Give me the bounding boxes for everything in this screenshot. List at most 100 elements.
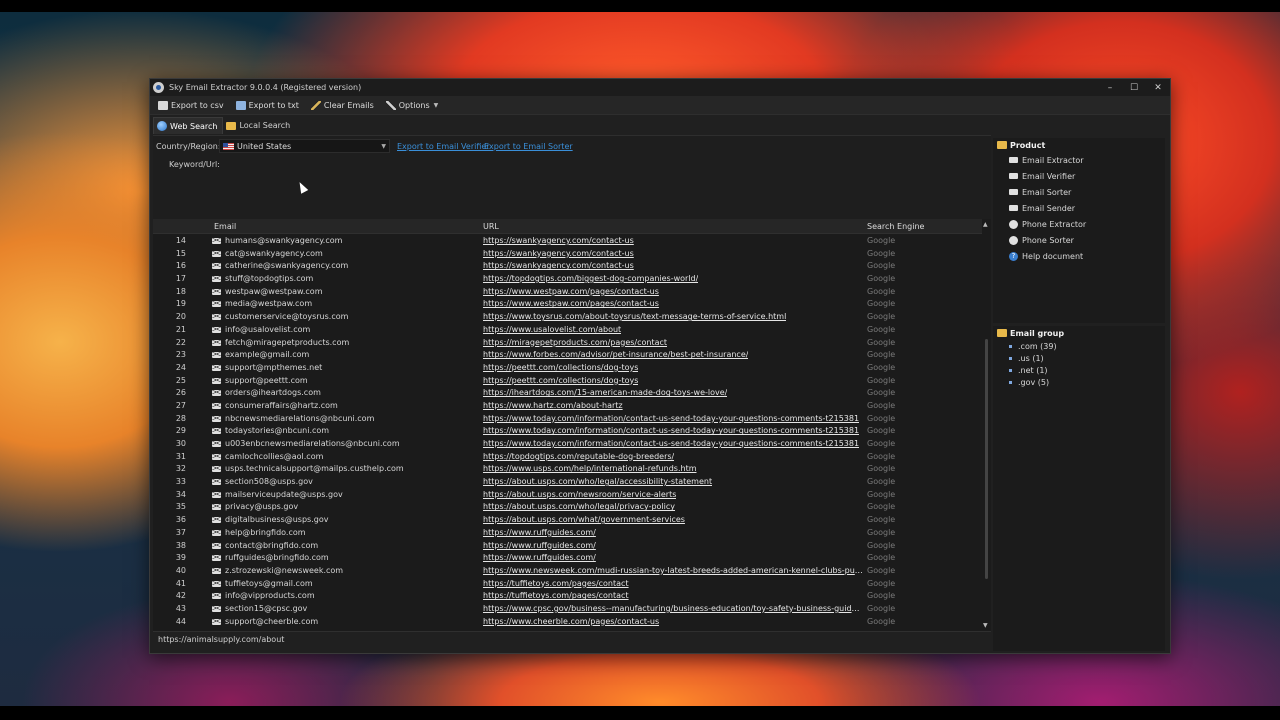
- product-item-email-sorter[interactable]: Email Sorter: [993, 184, 1165, 200]
- email-cell[interactable]: cat@swankyagency.com: [225, 249, 323, 258]
- url-cell[interactable]: https://www.today.com/information/contac…: [483, 414, 859, 423]
- table-row[interactable]: 27 consumeraffairs@hartz.com https://www.h…: [153, 400, 981, 413]
- scroll-up-icon[interactable]: ▲: [983, 221, 988, 228]
- email-cell[interactable]: section15@cpsc.gov: [225, 604, 307, 613]
- email-cell[interactable]: media@westpaw.com: [225, 299, 312, 308]
- export-to-email-verifier-link[interactable]: Export to Email Verifier: [397, 142, 490, 151]
- options-menu-button[interactable]: Options ▼: [385, 100, 438, 110]
- table-row[interactable]: 33 section508@usps.gov https://about.usps.…: [153, 476, 981, 489]
- email-cell[interactable]: usps.technicalsupport@mailps.custhelp.co…: [225, 464, 404, 473]
- email-cell[interactable]: privacy@usps.gov: [225, 502, 298, 511]
- email-cell[interactable]: support@mpthemes.net: [225, 363, 322, 372]
- close-button[interactable]: ✕: [1146, 79, 1170, 96]
- product-item-email-verifier[interactable]: Email Verifier: [993, 168, 1165, 184]
- product-item-phone-extractor[interactable]: Phone Extractor: [993, 216, 1165, 232]
- table-row[interactable]: 23 example@gmail.com https://www.forbes.co…: [153, 349, 981, 362]
- email-cell[interactable]: contact@bringfido.com: [225, 541, 318, 550]
- email-cell[interactable]: consumeraffairs@hartz.com: [225, 401, 338, 410]
- table-row[interactable]: 22 fetch@miragepetproducts.com https://mir…: [153, 337, 981, 350]
- table-row[interactable]: 17 stuff@topdogtips.com https://topdogtips…: [153, 273, 981, 286]
- url-cell[interactable]: https://miragepetproducts.com/pages/cont…: [483, 338, 667, 347]
- email-group-item[interactable]: .us (1): [993, 352, 1165, 364]
- url-cell[interactable]: https://swankyagency.com/contact-us: [483, 236, 634, 245]
- email-cell[interactable]: mailserviceupdate@usps.gov: [225, 490, 343, 499]
- email-cell[interactable]: ruffguides@bringfido.com: [225, 553, 329, 562]
- table-row[interactable]: 24 support@mpthemes.net https://peettt.com…: [153, 362, 981, 375]
- export-txt-button[interactable]: Export to txt: [235, 100, 299, 110]
- email-group-item[interactable]: .com (39): [993, 340, 1165, 352]
- email-cell[interactable]: z.strozewski@newsweek.com: [225, 566, 343, 575]
- email-cell[interactable]: u003enbcnewsmediarelations@nbcuni.com: [225, 439, 400, 448]
- url-cell[interactable]: https://www.ruffguides.com/: [483, 528, 596, 537]
- column-header-search-engine[interactable]: Search Engine: [867, 222, 924, 231]
- country-select[interactable]: United States ▼: [219, 139, 390, 153]
- url-cell[interactable]: https://www.toysrus.com/about-toysrus/te…: [483, 312, 786, 321]
- url-cell[interactable]: https://about.usps.com/what/government-s…: [483, 515, 685, 524]
- table-row[interactable]: 39 ruffguides@bringfido.com https://www.ru…: [153, 552, 981, 565]
- column-header-email[interactable]: Email: [214, 222, 236, 231]
- email-group-item[interactable]: .net (1): [993, 364, 1165, 376]
- title-bar[interactable]: Sky Email Extractor 9.0.0.4 (Registered …: [150, 79, 1170, 96]
- url-cell[interactable]: https://www.today.com/information/contac…: [483, 426, 859, 435]
- email-cell[interactable]: westpaw@westpaw.com: [225, 287, 322, 296]
- email-cell[interactable]: nbcnewsmediarelations@nbcuni.com: [225, 414, 374, 423]
- email-cell[interactable]: section508@usps.gov: [225, 477, 313, 486]
- url-cell[interactable]: https://swankyagency.com/contact-us: [483, 249, 634, 258]
- export-csv-button[interactable]: Export to csv: [158, 100, 224, 110]
- vertical-scrollbar[interactable]: ▲ ▼: [982, 219, 991, 631]
- table-row[interactable]: 34 mailserviceupdate@usps.gov https://abou…: [153, 489, 981, 502]
- email-group-item[interactable]: .gov (5): [993, 376, 1165, 388]
- url-cell[interactable]: https://www.usalovelist.com/about: [483, 325, 621, 334]
- table-row[interactable]: 19 media@westpaw.com https://www.westpaw.c…: [153, 298, 981, 311]
- email-cell[interactable]: stuff@topdogtips.com: [225, 274, 313, 283]
- url-cell[interactable]: https://tuffietoys.com/pages/contact: [483, 591, 629, 600]
- table-row[interactable]: 30 u003enbcnewsmediarelations@nbcuni.com h…: [153, 438, 981, 451]
- email-cell[interactable]: camlochcollies@aol.com: [225, 452, 323, 461]
- email-cell[interactable]: catherine@swankyagency.com: [225, 261, 348, 270]
- maximize-button[interactable]: ☐: [1122, 79, 1146, 96]
- table-row[interactable]: 38 contact@bringfido.com https://www.ruffg…: [153, 540, 981, 553]
- table-row[interactable]: 40 z.strozewski@newsweek.com https://www.n…: [153, 565, 981, 578]
- email-cell[interactable]: help@bringfido.com: [225, 528, 306, 537]
- product-item-email-extractor[interactable]: Email Extractor: [993, 152, 1165, 168]
- url-cell[interactable]: https://about.usps.com/who/legal/accessi…: [483, 477, 712, 486]
- url-cell[interactable]: https://peettt.com/collections/dog-toys: [483, 363, 638, 372]
- table-row[interactable]: 41 tuffietoys@gmail.com https://tuffietoys…: [153, 578, 981, 591]
- url-cell[interactable]: https://www.hartz.com/about-hartz: [483, 401, 623, 410]
- email-cell[interactable]: support@peettt.com: [225, 376, 308, 385]
- table-row[interactable]: 25 support@peettt.com https://peettt.com/c…: [153, 375, 981, 388]
- table-row[interactable]: 37 help@bringfido.com https://www.ruffguid…: [153, 527, 981, 540]
- clear-emails-button[interactable]: Clear Emails: [310, 100, 374, 110]
- url-cell[interactable]: https://www.ruffguides.com/: [483, 553, 596, 562]
- table-row[interactable]: 18 westpaw@westpaw.com https://www.westpaw…: [153, 286, 981, 299]
- scroll-thumb[interactable]: [985, 339, 988, 579]
- table-row[interactable]: 29 todaystories@nbcuni.com https://www.tod…: [153, 425, 981, 438]
- scroll-down-icon[interactable]: ▼: [983, 622, 988, 629]
- url-cell[interactable]: https://topdogtips.com/biggest-dog-compa…: [483, 274, 698, 283]
- url-cell[interactable]: https://www.cpsc.gov/business--manufactu…: [483, 604, 863, 613]
- email-cell[interactable]: humans@swankyagency.com: [225, 236, 342, 245]
- table-row[interactable]: 20 customerservice@toysrus.com https://www…: [153, 311, 981, 324]
- url-cell[interactable]: https://swankyagency.com/contact-us: [483, 261, 634, 270]
- url-cell[interactable]: https://www.today.com/information/contac…: [483, 439, 859, 448]
- url-cell[interactable]: https://about.usps.com/who/legal/privacy…: [483, 502, 675, 511]
- url-cell[interactable]: https://www.ruffguides.com/: [483, 541, 596, 550]
- minimize-button[interactable]: –: [1098, 79, 1122, 96]
- product-item-help-document[interactable]: ? Help document: [993, 248, 1165, 264]
- email-cell[interactable]: support@cheerble.com: [225, 617, 318, 626]
- email-cell[interactable]: info@vipproducts.com: [225, 591, 315, 600]
- table-row[interactable]: 35 privacy@usps.gov https://about.usps.com…: [153, 501, 981, 514]
- url-cell[interactable]: https://www.westpaw.com/pages/contact-us: [483, 299, 659, 308]
- table-row[interactable]: 31 camlochcollies@aol.com https://topdogti…: [153, 451, 981, 464]
- url-cell[interactable]: https://www.usps.com/help/international-…: [483, 464, 697, 473]
- email-cell[interactable]: fetch@miragepetproducts.com: [225, 338, 349, 347]
- table-row[interactable]: 15 cat@swankyagency.com https://swankyagen…: [153, 248, 981, 261]
- url-cell[interactable]: https://www.cheerble.com/pages/contact-u…: [483, 617, 659, 626]
- table-row[interactable]: 36 digitalbusiness@usps.gov https://about.…: [153, 514, 981, 527]
- product-item-email-sender[interactable]: Email Sender: [993, 200, 1165, 216]
- url-cell[interactable]: https://about.usps.com/newsroom/service-…: [483, 490, 676, 499]
- table-row[interactable]: 43 section15@cpsc.gov https://www.cpsc.gov…: [153, 603, 981, 616]
- table-row[interactable]: 28 nbcnewsmediarelations@nbcuni.com https:…: [153, 413, 981, 426]
- table-row[interactable]: 42 info@vipproducts.com https://tuffietoys…: [153, 590, 981, 603]
- table-row[interactable]: 21 info@usalovelist.com https://www.usalov…: [153, 324, 981, 337]
